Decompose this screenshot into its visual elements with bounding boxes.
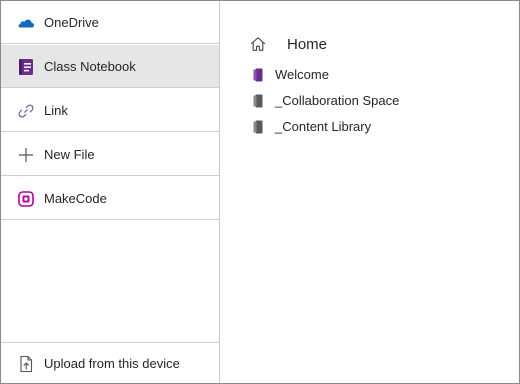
sidebar-item-link[interactable]: Link bbox=[1, 89, 219, 132]
onedrive-cloud-icon bbox=[18, 19, 34, 28]
link-icon bbox=[18, 104, 34, 118]
notebook-browser: Home Welcome _Collaboration Space _Conte… bbox=[220, 1, 519, 383]
breadcrumb-home[interactable]: Home bbox=[250, 35, 450, 55]
sidebar-item-label: MakeCode bbox=[44, 191, 107, 206]
sidebar-item-new-file[interactable]: New File bbox=[1, 133, 219, 176]
section-label: Welcome bbox=[275, 67, 329, 82]
sidebar-item-label: OneDrive bbox=[44, 15, 99, 30]
sidebar-item-class-notebook[interactable]: Class Notebook bbox=[1, 45, 219, 88]
section-item-content-library[interactable]: _Content Library bbox=[253, 119, 493, 137]
class-notebook-icon bbox=[19, 59, 33, 75]
notebook-gray-icon bbox=[253, 120, 263, 134]
sidebar-item-makecode[interactable]: MakeCode bbox=[1, 177, 219, 220]
sidebar-item-onedrive[interactable]: OneDrive bbox=[1, 1, 219, 44]
upload-icon bbox=[20, 355, 33, 373]
section-item-collaboration-space[interactable]: _Collaboration Space bbox=[253, 93, 493, 111]
sidebar-item-label: New File bbox=[44, 147, 95, 162]
home-icon bbox=[250, 37, 266, 51]
section-label: _Content Library bbox=[275, 119, 372, 134]
makecode-icon bbox=[18, 191, 34, 207]
file-picker-dialog: OneDrive Class Notebook Link New File Ma… bbox=[0, 0, 520, 384]
home-label: Home bbox=[287, 36, 328, 53]
notebook-gray-icon bbox=[253, 94, 263, 108]
sidebar-item-label: Link bbox=[44, 103, 68, 118]
section-item-welcome[interactable]: Welcome bbox=[253, 67, 493, 85]
section-label: _Collaboration Space bbox=[275, 93, 400, 108]
notebook-purple-icon bbox=[253, 68, 263, 82]
upload-label: Upload from this device bbox=[44, 356, 180, 371]
sidebar-item-label: Class Notebook bbox=[44, 59, 136, 74]
plus-icon bbox=[19, 148, 33, 162]
sidebar: OneDrive Class Notebook Link New File Ma… bbox=[1, 1, 220, 383]
upload-from-device-button[interactable]: Upload from this device bbox=[1, 342, 219, 383]
